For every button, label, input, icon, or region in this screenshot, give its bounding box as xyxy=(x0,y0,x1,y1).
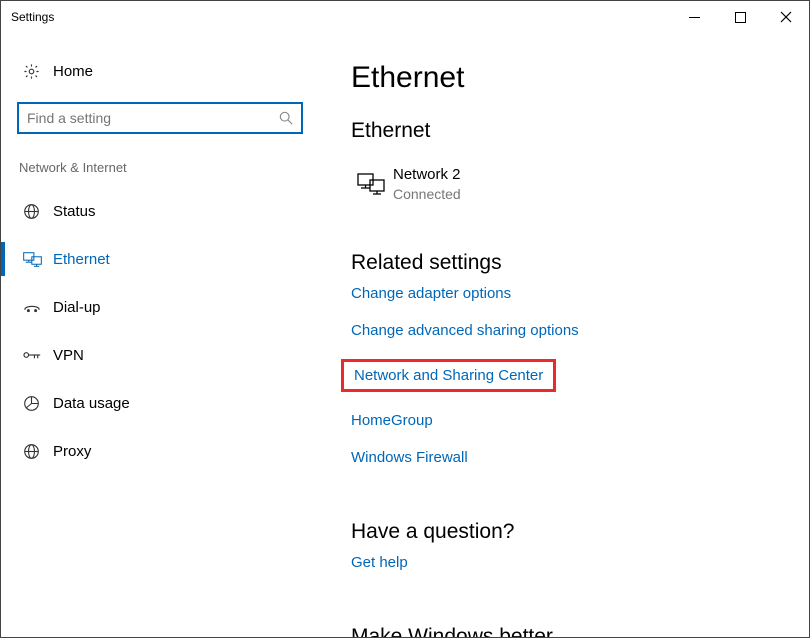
nav-item-label: Ethernet xyxy=(53,251,110,268)
titlebar: Settings xyxy=(1,1,809,33)
search-input[interactable] xyxy=(17,102,303,134)
related-link-2[interactable]: Network and Sharing Center xyxy=(341,359,556,392)
close-button[interactable] xyxy=(763,2,809,33)
home-label: Home xyxy=(53,63,93,80)
network-name: Network 2 xyxy=(393,165,461,185)
related-links: Change adapter options Change advanced sh… xyxy=(351,285,789,466)
nav-item-vpn[interactable]: VPN xyxy=(1,331,319,379)
ethernet-icon xyxy=(23,252,53,267)
related-heading: Related settings xyxy=(351,251,789,275)
question-heading: Have a question? xyxy=(351,520,789,544)
related-link-1[interactable]: Change advanced sharing options xyxy=(351,322,579,339)
nav-item-status[interactable]: Status xyxy=(1,187,319,235)
main-panel: Ethernet Ethernet Network 2 Connected Re… xyxy=(319,33,809,637)
nav-list: Status Ethernet Dial-up VPN Data usage Proxy xyxy=(1,187,319,475)
window-title: Settings xyxy=(11,10,54,24)
nav-item-label: VPN xyxy=(53,347,84,364)
nav-item-label: Data usage xyxy=(53,395,130,412)
sidebar: Home Network & Internet Status Ethernet Di… xyxy=(1,33,319,637)
network-item[interactable]: Network 2 Connected xyxy=(351,161,789,207)
ethernet-icon xyxy=(351,173,391,195)
feedback-heading: Make Windows better xyxy=(351,625,789,637)
globe-icon xyxy=(23,203,53,220)
category-label: Network & Internet xyxy=(1,160,319,187)
globe-icon xyxy=(23,443,53,460)
vpn-icon xyxy=(23,349,53,361)
maximize-button[interactable] xyxy=(717,2,763,33)
related-link-0[interactable]: Change adapter options xyxy=(351,285,511,302)
nav-item-proxy[interactable]: Proxy xyxy=(1,427,319,475)
network-status: Connected xyxy=(393,185,461,203)
minimize-button[interactable] xyxy=(671,2,717,33)
nav-item-label: Status xyxy=(53,203,96,220)
home-button[interactable]: Home xyxy=(1,53,319,90)
nav-item-ethernet[interactable]: Ethernet xyxy=(1,235,319,283)
get-help-link[interactable]: Get help xyxy=(351,554,408,571)
nav-item-dialup[interactable]: Dial-up xyxy=(1,283,319,331)
nav-item-datausage[interactable]: Data usage xyxy=(1,379,319,427)
related-link-3[interactable]: HomeGroup xyxy=(351,412,433,429)
nav-item-label: Proxy xyxy=(53,443,91,460)
dialup-icon xyxy=(23,300,53,314)
connection-heading: Ethernet xyxy=(351,119,789,143)
search-container xyxy=(17,102,303,134)
related-link-4[interactable]: Windows Firewall xyxy=(351,449,468,466)
page-title: Ethernet xyxy=(351,61,789,95)
gear-icon xyxy=(23,63,53,80)
data-icon xyxy=(23,395,53,412)
nav-item-label: Dial-up xyxy=(53,299,101,316)
